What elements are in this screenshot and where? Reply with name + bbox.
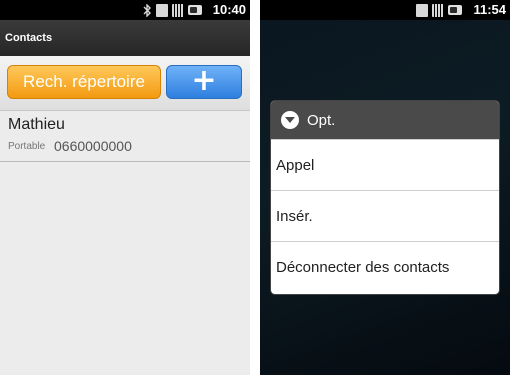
options-screen: 11:54 Opt. Appel Insér. Déconnecter des …: [260, 0, 510, 375]
options-dialog: Opt. Appel Insér. Déconnecter des contac…: [271, 101, 499, 294]
contact-phone-type: Portable: [8, 141, 46, 152]
menu-item-call[interactable]: Appel: [271, 139, 499, 190]
phone-vibrate-icon: [416, 3, 428, 17]
search-directory-button[interactable]: Rech. répertoire: [7, 65, 161, 99]
menu-item-disconnect-contacts[interactable]: Déconnecter des contacts: [271, 241, 499, 292]
action-bar: Rech. répertoire +: [0, 56, 250, 111]
contact-list-item[interactable]: Mathieu Portable 0660000000: [0, 111, 250, 162]
bluetooth-icon: [143, 3, 152, 17]
contacts-screen: 10:40 Contacts Rech. répertoire + Mathie…: [0, 0, 250, 375]
status-bar: 10:40: [0, 0, 250, 20]
dialog-header: Opt.: [271, 101, 499, 139]
dialog-title: Opt.: [307, 111, 336, 129]
app-title-bar: Contacts: [0, 20, 250, 56]
contact-name: Mathieu: [8, 116, 65, 133]
contact-phone-number: 0660000000: [54, 138, 132, 154]
battery-icon: [188, 5, 202, 15]
add-contact-button[interactable]: +: [166, 65, 242, 99]
chevron-down-icon: [281, 111, 299, 129]
status-icons: [416, 3, 462, 17]
battery-icon: [448, 5, 462, 15]
status-icons: [143, 3, 202, 17]
status-bar: 11:54: [260, 0, 510, 20]
status-time: 11:54: [473, 2, 506, 17]
signal-icon: [432, 3, 444, 17]
menu-item-insert[interactable]: Insér.: [271, 190, 499, 241]
plus-icon: +: [191, 63, 217, 98]
signal-icon: [172, 3, 184, 17]
phone-vibrate-icon: [156, 3, 168, 17]
status-time: 10:40: [212, 2, 246, 17]
app-title: Contacts: [5, 32, 53, 44]
